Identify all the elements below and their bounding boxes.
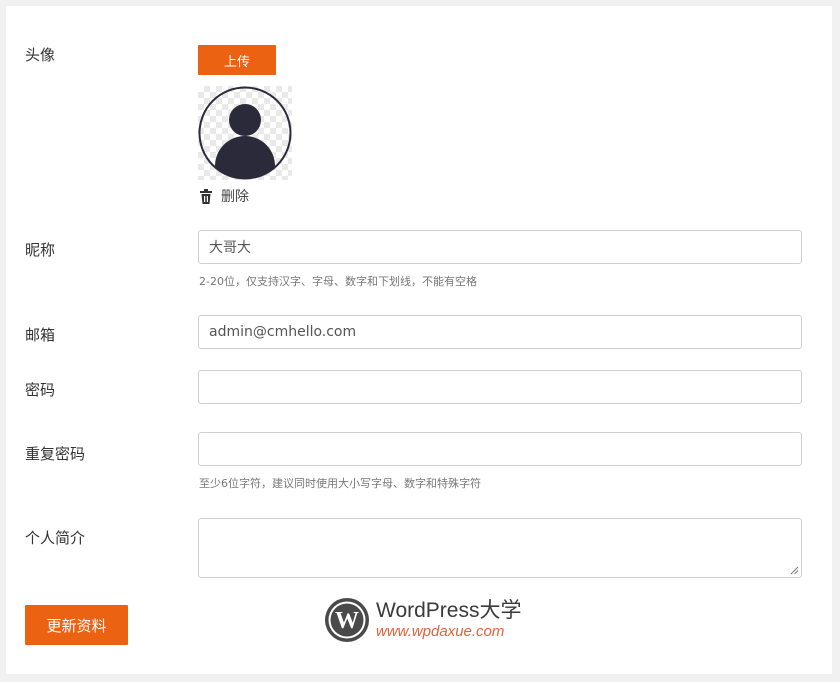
default-avatar-icon <box>198 86 292 180</box>
wordpress-logo-icon: W <box>325 598 369 642</box>
watermark: W WordPress大学 www.wpdaxue.com <box>324 597 521 643</box>
watermark-title: WordPress大学 <box>376 599 522 622</box>
nickname-input[interactable]: 大哥大 <box>198 230 802 264</box>
upload-button[interactable]: 上传 <box>198 45 276 75</box>
trash-icon <box>200 188 212 204</box>
avatar-preview <box>198 86 292 180</box>
delete-avatar-label: 删除 <box>221 189 249 205</box>
password-hint: 至少6位字符，建议同时使用大小写字母、数字和特殊字符 <box>199 477 481 490</box>
email-value: admin@cmhello.com <box>209 324 357 340</box>
svg-text:W: W <box>335 608 359 634</box>
resize-grip-icon[interactable] <box>790 566 799 575</box>
nickname-label: 昵称 <box>25 241 56 259</box>
password-label: 密码 <box>25 381 56 399</box>
repeat-password-input[interactable] <box>198 432 802 466</box>
nickname-hint: 2-20位，仅支持汉字、字母、数字和下划线，不能有空格 <box>199 275 477 288</box>
nickname-value: 大哥大 <box>209 240 251 256</box>
repeat-password-label: 重复密码 <box>25 445 86 463</box>
password-input[interactable] <box>198 370 802 404</box>
bio-textarea[interactable] <box>198 518 802 578</box>
email-label: 邮箱 <box>25 326 56 344</box>
delete-avatar-button[interactable]: 删除 <box>199 186 249 206</box>
email-input[interactable]: admin@cmhello.com <box>198 315 802 349</box>
update-profile-button[interactable]: 更新资料 <box>25 605 128 645</box>
avatar-label: 头像 <box>25 46 56 64</box>
profile-form: 头像 上传 删除 昵称 大哥大 2-20位，仅支持汉字、字母、数字和下划线，不能… <box>6 6 832 674</box>
watermark-url: www.wpdaxue.com <box>376 623 505 640</box>
bio-label: 个人简介 <box>25 529 86 547</box>
